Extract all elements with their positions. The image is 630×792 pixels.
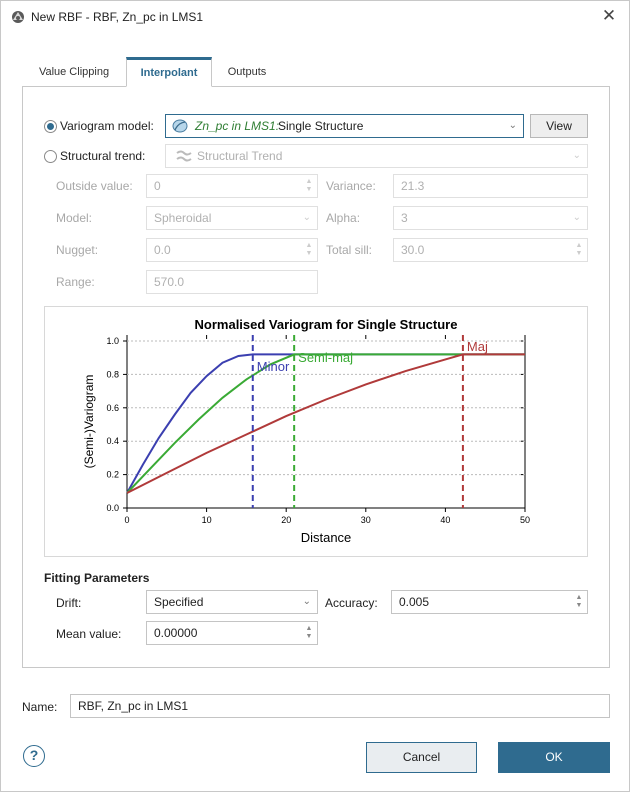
range-marker-label: Maj <box>467 339 488 354</box>
y-tick-label: 0.4 <box>106 436 119 446</box>
range-input[interactable]: 570.0 <box>146 270 318 294</box>
tab-value-clipping[interactable]: Value Clipping <box>23 57 125 87</box>
alpha-combo[interactable]: 3 ⌄ <box>393 206 588 230</box>
variogram-structure: Single Structure <box>278 119 364 133</box>
chart-title: Normalised Variogram for Single Structur… <box>195 317 458 332</box>
range-label: Range: <box>56 275 95 289</box>
structural-trend-label: Structural trend: <box>60 149 146 163</box>
y-tick-label: 0.2 <box>106 470 119 480</box>
tab-interpolant[interactable]: Interpolant <box>126 57 212 87</box>
view-button[interactable]: View <box>530 114 588 138</box>
model-label: Model: <box>56 211 93 225</box>
variance-value: 21.3 <box>401 179 425 193</box>
alpha-label: Alpha: <box>326 211 361 225</box>
range-marker-label: Semi-maj <box>298 350 353 365</box>
x-tick-label: 10 <box>202 515 212 525</box>
structural-trend-combo[interactable]: Structural Trend ⌄ <box>165 144 588 168</box>
help-icon[interactable]: ? <box>23 745 45 767</box>
outside-value-input[interactable]: 0 ▲ ▼ <box>146 174 318 198</box>
spinner-icon[interactable]: ▲ ▼ <box>305 625 313 641</box>
variance-label: Variance: <box>326 179 376 193</box>
y-tick-label: 1.0 <box>106 336 119 346</box>
x-tick-label: 0 <box>124 515 129 525</box>
series-line-semi-maj <box>126 353 525 494</box>
x-tick-label: 20 <box>281 515 291 525</box>
mean-value-label: Mean value: <box>56 627 122 641</box>
spinner-icon: ▲ ▼ <box>305 178 313 193</box>
y-tick-label: 0.0 <box>106 503 119 513</box>
model-value: Spheroidal <box>154 211 212 225</box>
chevron-down-icon: ⌄ <box>302 212 311 223</box>
variogram-model-radio[interactable] <box>44 120 57 133</box>
model-combo[interactable]: Spheroidal ⌄ <box>146 206 318 230</box>
y-tick-label: 0.6 <box>106 403 119 413</box>
spinner-icon[interactable]: ▲ ▼ <box>575 594 583 610</box>
variogram-chart: Normalised Variogram for Single Structur… <box>44 306 588 557</box>
alpha-value: 3 <box>401 211 408 225</box>
app-logo-icon <box>12 11 24 23</box>
tab-label: Value Clipping <box>38 66 110 78</box>
total-sill-input[interactable]: 30.0 ▲ ▼ <box>393 238 588 262</box>
drift-label: Drift: <box>56 596 82 610</box>
nugget-input[interactable]: 0.0 ▲ ▼ <box>146 238 318 262</box>
mean-value-input[interactable]: 0.00000 ▲ ▼ <box>146 621 318 645</box>
total-sill-label: Total sill: <box>326 243 373 257</box>
chevron-down-icon: ⌄ <box>572 150 581 161</box>
outside-value-label: Outside value: <box>56 179 133 193</box>
ok-button[interactable]: OK <box>498 742 610 773</box>
dialog-window: New RBF - RBF, Zn_pc in LMS1 ✕ Value Cli… <box>0 0 630 792</box>
close-icon[interactable]: ✕ <box>599 7 619 27</box>
tab-outputs[interactable]: Outputs <box>213 57 281 87</box>
x-tick-label: 40 <box>440 515 450 525</box>
window-title: New RBF - RBF, Zn_pc in LMS1 <box>31 10 204 24</box>
chevron-down-icon: ⌄ <box>302 596 311 607</box>
name-value: RBF, Zn_pc in LMS1 <box>78 699 189 713</box>
variance-input[interactable]: 21.3 <box>393 174 588 198</box>
chevron-down-icon: ⌄ <box>508 120 517 131</box>
variogram-model-combo[interactable]: Zn_pc in LMS1: Single Structure ⌄ <box>165 114 524 138</box>
drift-combo[interactable]: Specified ⌄ <box>146 590 318 614</box>
chevron-down-icon: ⌄ <box>572 212 581 223</box>
series-line-minor <box>126 353 525 494</box>
name-input[interactable]: RBF, Zn_pc in LMS1 <box>70 694 610 718</box>
nugget-label: Nugget: <box>56 243 99 257</box>
structural-trend-radio[interactable] <box>44 150 57 163</box>
variogram-model-label: Variogram model: <box>60 119 154 133</box>
accuracy-input[interactable]: 0.005 ▲ ▼ <box>391 590 588 614</box>
variogram-source: Zn_pc in LMS1: <box>195 119 280 133</box>
accuracy-value: 0.005 <box>399 595 430 609</box>
range-value: 570.0 <box>154 275 185 289</box>
series-line-maj <box>126 353 525 494</box>
mean-value: 0.00000 <box>154 626 198 640</box>
range-marker-label: Minor <box>257 359 290 374</box>
drift-value: Specified <box>154 595 204 609</box>
fitting-parameters-heading: Fitting Parameters <box>44 571 150 585</box>
x-tick-label: 50 <box>520 515 530 525</box>
variogram-icon <box>172 119 188 133</box>
outside-value: 0 <box>154 179 161 193</box>
nugget-value: 0.0 <box>154 243 171 257</box>
y-tick-label: 0.8 <box>106 369 119 379</box>
structural-trend-value: Structural Trend <box>197 149 283 163</box>
structural-trend-icon <box>176 150 192 162</box>
cancel-button[interactable]: Cancel <box>366 742 477 773</box>
x-tick-label: 30 <box>361 515 371 525</box>
title-bar: New RBF - RBF, Zn_pc in LMS1 ✕ <box>1 1 629 33</box>
y-axis-label: (Semi-)Variogram <box>82 375 96 469</box>
tab-label: Outputs <box>227 66 267 78</box>
total-sill-value: 30.0 <box>401 243 425 257</box>
variogram-chart-svg: Normalised Variogram for Single Structur… <box>82 317 530 545</box>
spinner-icon: ▲ ▼ <box>305 242 313 257</box>
name-label: Name: <box>22 700 58 714</box>
tab-label: Interpolant <box>140 67 198 79</box>
x-axis-label: Distance <box>301 530 352 545</box>
accuracy-label: Accuracy: <box>325 596 378 610</box>
spinner-icon: ▲ ▼ <box>575 242 583 257</box>
